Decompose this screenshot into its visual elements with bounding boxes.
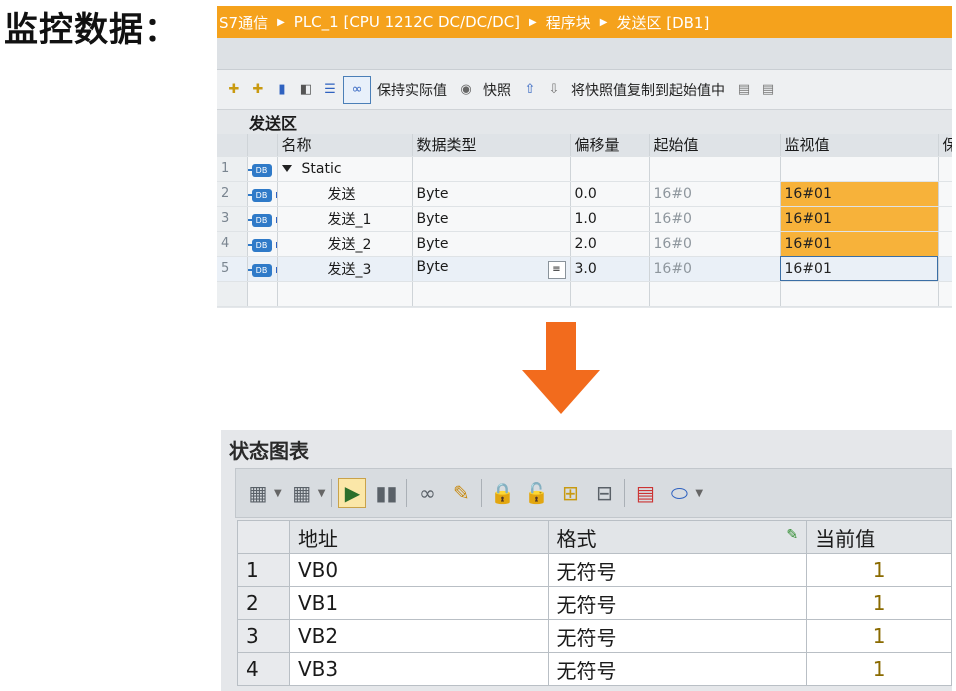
table-row[interactable]: 2 VB1 无符号 1 bbox=[237, 586, 952, 620]
unforce-icon[interactable]: ⊟ bbox=[590, 478, 618, 508]
column-header-name[interactable]: 名称 bbox=[277, 134, 413, 157]
watch-value-cell[interactable]: 16#01 bbox=[780, 256, 939, 282]
chevron-right-icon: ▶ bbox=[599, 16, 608, 28]
table-row[interactable]: 1 VB0 无符号 1 bbox=[237, 553, 952, 587]
column-header-format[interactable]: 格式 ✎ bbox=[547, 520, 808, 554]
toolbar-band bbox=[217, 38, 952, 70]
copy-values-icon[interactable]: ▤ bbox=[757, 79, 779, 101]
lock-icon[interactable]: 🔒 bbox=[488, 478, 516, 508]
db-tag-icon: DB bbox=[247, 263, 272, 277]
format-cell[interactable]: 无符号 bbox=[547, 619, 808, 653]
expand-all-icon[interactable]: ☰ bbox=[319, 79, 341, 101]
address-cell[interactable]: VB1 bbox=[288, 586, 549, 620]
current-value-cell: 1 bbox=[806, 619, 952, 653]
db-tag-icon: DB bbox=[247, 163, 272, 177]
table-header: 名称 数据类型 偏移量 起始值 监视值 保 bbox=[217, 134, 952, 157]
keep-actual-values-button[interactable]: 保持实际值 bbox=[377, 80, 447, 100]
page-heading: 监控数据： bbox=[4, 10, 179, 50]
db-tag-icon: DB bbox=[247, 213, 272, 227]
add-row-icon[interactable]: ▦ bbox=[244, 478, 272, 508]
type-cell[interactable]: Byte ≡ bbox=[412, 256, 571, 282]
tag-name-cell[interactable]: 发送_2 bbox=[277, 231, 413, 257]
tia-db-editor: S7通信 ▶ PLC_1 [CPU 1212C DC/DC/DC] ▶ 程序块 … bbox=[217, 6, 952, 308]
insert-row-icon[interactable]: ✚ bbox=[223, 79, 245, 101]
table-row[interactable]: 2 DB 发送 Byte 0.0 16#0 16#01 bbox=[217, 181, 952, 207]
db-tag-icon: DB bbox=[247, 238, 272, 252]
table-row[interactable]: 4 VB3 无符号 1 bbox=[237, 652, 952, 686]
download-icon[interactable]: ⇩ bbox=[543, 79, 565, 101]
upload-icon[interactable]: ⇧ bbox=[519, 79, 541, 101]
breadcrumb-item-project[interactable]: S7通信 bbox=[219, 12, 268, 33]
address-cell[interactable]: VB2 bbox=[288, 619, 549, 653]
table-header: 地址 格式 ✎ 当前值 bbox=[237, 520, 952, 554]
pencil-icon: ✎ bbox=[786, 526, 799, 543]
address-cell[interactable]: VB0 bbox=[288, 553, 549, 587]
snapshot-icon[interactable]: ◉ bbox=[455, 79, 477, 101]
watch-value-cell[interactable]: 16#01 bbox=[780, 181, 939, 207]
db-tag-icon: DB bbox=[247, 188, 272, 202]
chevron-right-icon: ▶ bbox=[277, 16, 285, 28]
trend-chart-icon[interactable]: ▤ bbox=[631, 478, 659, 508]
current-value-cell: 1 bbox=[806, 586, 952, 620]
table-row[interactable]: 3 DB 发送_1 Byte 1.0 16#0 16#01 bbox=[217, 206, 952, 232]
column-header-start[interactable]: 起始值 bbox=[649, 134, 781, 157]
chevron-right-icon: ▶ bbox=[529, 16, 537, 28]
status-chart-table: 地址 格式 ✎ 当前值 1 VB0 无符号 1 2 VB1 无符号 1 3 VB2… bbox=[237, 520, 952, 686]
type-picker-icon[interactable]: ≡ bbox=[547, 260, 566, 279]
column-header-address[interactable]: 地址 bbox=[288, 520, 549, 554]
start-monitor-icon[interactable]: ▶ bbox=[338, 478, 367, 508]
collapse-triangle-icon[interactable] bbox=[281, 165, 292, 172]
tag-icon[interactable]: ⬭ bbox=[665, 478, 693, 508]
db-table: 名称 数据类型 偏移量 起始值 监视值 保 1 DB Static 2 DB 发… bbox=[217, 134, 952, 307]
column-header-type[interactable]: 数据类型 bbox=[412, 134, 571, 157]
glasses-icon[interactable]: ∞ bbox=[413, 478, 441, 508]
pencil-icon[interactable]: ✎ bbox=[447, 478, 475, 508]
breadcrumb-item-blocks[interactable]: 程序块 bbox=[546, 12, 591, 33]
tag-name-cell[interactable]: 发送_1 bbox=[277, 206, 413, 232]
add-row-icon[interactable]: ✚ bbox=[247, 79, 269, 101]
breadcrumb: S7通信 ▶ PLC_1 [CPU 1212C DC/DC/DC] ▶ 程序块 … bbox=[217, 6, 952, 38]
table-row-empty[interactable] bbox=[217, 281, 952, 307]
table-row[interactable]: 4 DB 发送_2 Byte 2.0 16#0 16#01 bbox=[217, 231, 952, 257]
column-header-watch[interactable]: 监视值 bbox=[780, 134, 939, 157]
format-cell[interactable]: 无符号 bbox=[547, 586, 808, 620]
monitor-glasses-icon[interactable]: ∞ bbox=[343, 75, 371, 104]
chevron-down-icon[interactable]: ▼ bbox=[318, 488, 326, 499]
pause-icon[interactable]: ▮▮ bbox=[372, 478, 400, 508]
block-title: 发送区 bbox=[217, 110, 952, 134]
status-chart-panel: 状态图表 ▦ ▼ ▦ ▼ ▶ ▮▮ ∞ ✎ 🔒 🔓 ⊞ ⊟ ▤ ⬭ ▼ 地址 格式 ✎ … bbox=[221, 430, 952, 691]
db-toolbar: ✚ ✚ ▮ ◧ ☰ ∞ 保持实际值 ◉ 快照 ⇧ ⇩ 将快照值复制到起始值中 ▤… bbox=[217, 70, 952, 110]
current-value-cell: 1 bbox=[806, 553, 952, 587]
tag-name-cell[interactable]: 发送 bbox=[277, 181, 413, 207]
breadcrumb-item-db[interactable]: 发送区 [DB1] bbox=[616, 12, 709, 33]
reset-icon[interactable]: ◧ bbox=[295, 79, 317, 101]
column-header-retain[interactable]: 保 bbox=[938, 134, 952, 157]
status-chart-title: 状态图表 bbox=[229, 438, 309, 463]
address-cell[interactable]: VB3 bbox=[288, 652, 549, 686]
watch-value-cell[interactable]: 16#01 bbox=[780, 231, 939, 257]
arrow-down-icon bbox=[522, 322, 600, 414]
status-chart-toolbar: ▦ ▼ ▦ ▼ ▶ ▮▮ ∞ ✎ 🔒 🔓 ⊞ ⊟ ▤ ⬭ ▼ bbox=[235, 468, 952, 518]
column-header-offset[interactable]: 偏移量 bbox=[570, 134, 650, 157]
delete-row-icon[interactable]: ▦ bbox=[288, 478, 316, 508]
force-icon[interactable]: ⊞ bbox=[556, 478, 584, 508]
tag-name-cell[interactable]: 发送_3 bbox=[277, 256, 413, 282]
breadcrumb-item-plc[interactable]: PLC_1 [CPU 1212C DC/DC/DC] bbox=[294, 13, 520, 31]
tag-name-cell[interactable]: Static bbox=[277, 156, 413, 182]
load-icon[interactable]: ▮ bbox=[271, 79, 293, 101]
chevron-down-icon[interactable]: ▼ bbox=[274, 488, 282, 499]
table-row[interactable]: 3 VB2 无符号 1 bbox=[237, 619, 952, 653]
current-value-cell: 1 bbox=[806, 652, 952, 686]
unlock-icon[interactable]: 🔓 bbox=[522, 478, 550, 508]
table-row[interactable]: 1 DB Static bbox=[217, 156, 952, 182]
table-row[interactable]: 5 DB 发送_3 Byte ≡ 3.0 16#0 16#01 bbox=[217, 256, 952, 282]
chevron-down-icon[interactable]: ▼ bbox=[695, 488, 703, 499]
format-cell[interactable]: 无符号 bbox=[547, 652, 808, 686]
column-header-current-value[interactable]: 当前值 bbox=[806, 520, 952, 554]
copy-start-icon[interactable]: ▤ bbox=[733, 79, 755, 101]
format-cell[interactable]: 无符号 bbox=[547, 553, 808, 587]
copy-snapshot-to-start-button[interactable]: 将快照值复制到起始值中 bbox=[571, 80, 725, 100]
watch-value-cell[interactable]: 16#01 bbox=[780, 206, 939, 232]
snapshot-button[interactable]: 快照 bbox=[483, 80, 511, 100]
